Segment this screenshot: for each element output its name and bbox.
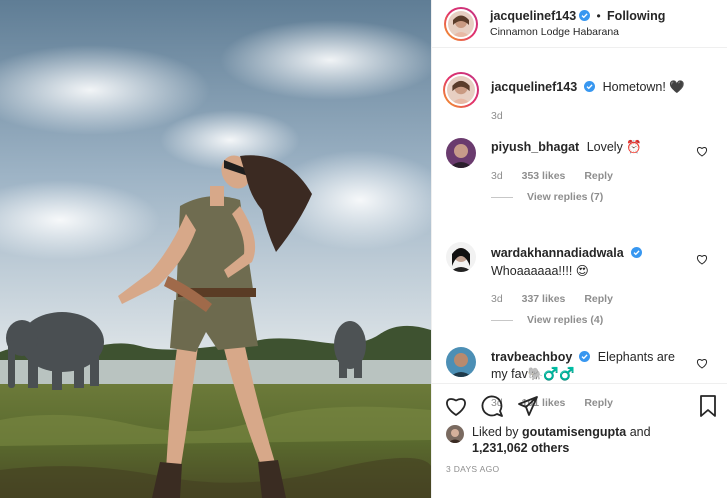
- caption-story-ring[interactable]: [443, 72, 479, 108]
- post-actions: Liked by goutamisengupta and 1,231,062 o…: [432, 383, 727, 498]
- photo-illustration: [0, 0, 431, 498]
- post-modal: jacquelinef143 • Following Cinnamon Lodg…: [0, 0, 727, 498]
- comment-like-icon[interactable]: [696, 358, 708, 369]
- caption-meta: 3d: [491, 110, 519, 122]
- comment-meta: 3d 337 likes Reply: [491, 293, 629, 305]
- location-link[interactable]: Cinnamon Lodge Habarana: [490, 26, 665, 38]
- comment-like-icon[interactable]: [696, 254, 708, 265]
- caption-username[interactable]: jacquelinef143: [491, 80, 577, 94]
- comment-username[interactable]: wardakhannadiadwala: [491, 246, 624, 260]
- liker-username[interactable]: goutamisengupta: [522, 425, 626, 439]
- comment-text-continued: my fav🐘♂️♂️: [491, 367, 575, 381]
- likes-count[interactable]: 1,231,062 others: [472, 441, 569, 455]
- comment-icon[interactable]: [480, 394, 504, 418]
- author-username[interactable]: jacquelinef143: [490, 9, 576, 23]
- comment-item: wardakhannadiadwala Whoaaaaaa!!!! 😍 3d 3…: [432, 230, 727, 332]
- comments-list: jacquelinef143 Hometown! 🖤 3d piyush_bha…: [432, 60, 727, 409]
- post-side-panel: jacquelinef143 • Following Cinnamon Lodg…: [431, 0, 727, 498]
- view-replies-label: View replies (4): [527, 314, 604, 326]
- comment-text: Whoaaaaaa!!!! 😍: [491, 264, 589, 278]
- reply-button[interactable]: Reply: [584, 170, 613, 182]
- comment-meta: 3d 353 likes Reply: [491, 170, 629, 182]
- comment-username[interactable]: piyush_bhagat: [491, 140, 579, 154]
- comment-like-icon[interactable]: [696, 146, 708, 157]
- share-icon[interactable]: [516, 394, 540, 418]
- likes-summary: Liked by goutamisengupta and 1,231,062 o…: [446, 424, 651, 456]
- caption-text: Hometown! 🖤: [602, 80, 685, 94]
- view-replies-label: View replies (7): [527, 191, 604, 203]
- view-replies-line: [491, 319, 513, 321]
- post-header: jacquelinef143 • Following Cinnamon Lodg…: [432, 0, 727, 48]
- caption-age[interactable]: 3d: [491, 110, 503, 122]
- post-photo[interactable]: [0, 0, 431, 498]
- story-ring[interactable]: [444, 6, 478, 41]
- liker-avatar[interactable]: [446, 425, 464, 443]
- caption: jacquelinef143 Hometown! 🖤 3d: [432, 60, 727, 128]
- comment-age[interactable]: 3d: [491, 293, 503, 305]
- caption-line: jacquelinef143 Hometown! 🖤: [491, 80, 685, 95]
- comment-line: wardakhannadiadwala: [491, 246, 642, 260]
- comment-username[interactable]: travbeachboy: [491, 350, 572, 364]
- comment-text: Elephants are: [597, 350, 675, 364]
- view-replies-button[interactable]: View replies (4): [491, 314, 603, 326]
- verified-icon: [584, 81, 596, 92]
- commenter-avatar[interactable]: [446, 242, 476, 272]
- heart-icon[interactable]: [444, 394, 468, 418]
- commenter-avatar[interactable]: [446, 138, 476, 168]
- likes-joiner: and: [629, 425, 651, 439]
- author-avatar[interactable]: [448, 10, 474, 37]
- reply-button[interactable]: Reply: [584, 293, 613, 305]
- caption-avatar[interactable]: [447, 76, 475, 104]
- comment-likes[interactable]: 353 likes: [522, 170, 566, 182]
- verified-icon: [579, 10, 591, 21]
- view-replies-line: [491, 196, 513, 198]
- following-button[interactable]: Following: [607, 9, 665, 23]
- header-separator: •: [596, 9, 601, 23]
- verified-icon: [579, 351, 591, 362]
- commenter-avatar[interactable]: [446, 347, 476, 377]
- view-replies-button[interactable]: View replies (7): [491, 191, 603, 203]
- comment-line: piyush_bhagat Lovely ⏰: [491, 140, 642, 155]
- comment-likes[interactable]: 337 likes: [522, 293, 566, 305]
- comment-line: travbeachboy Elephants are: [491, 350, 675, 364]
- bookmark-icon[interactable]: [696, 394, 720, 418]
- verified-icon: [630, 247, 642, 258]
- comment-text: Lovely ⏰: [586, 140, 642, 154]
- post-timestamp[interactable]: 3 DAYS AGO: [446, 464, 499, 474]
- likes-prefix: Liked by: [472, 425, 519, 439]
- comment-item: piyush_bhagat Lovely ⏰ 3d 353 likes Repl…: [432, 128, 727, 230]
- comment-age[interactable]: 3d: [491, 170, 503, 182]
